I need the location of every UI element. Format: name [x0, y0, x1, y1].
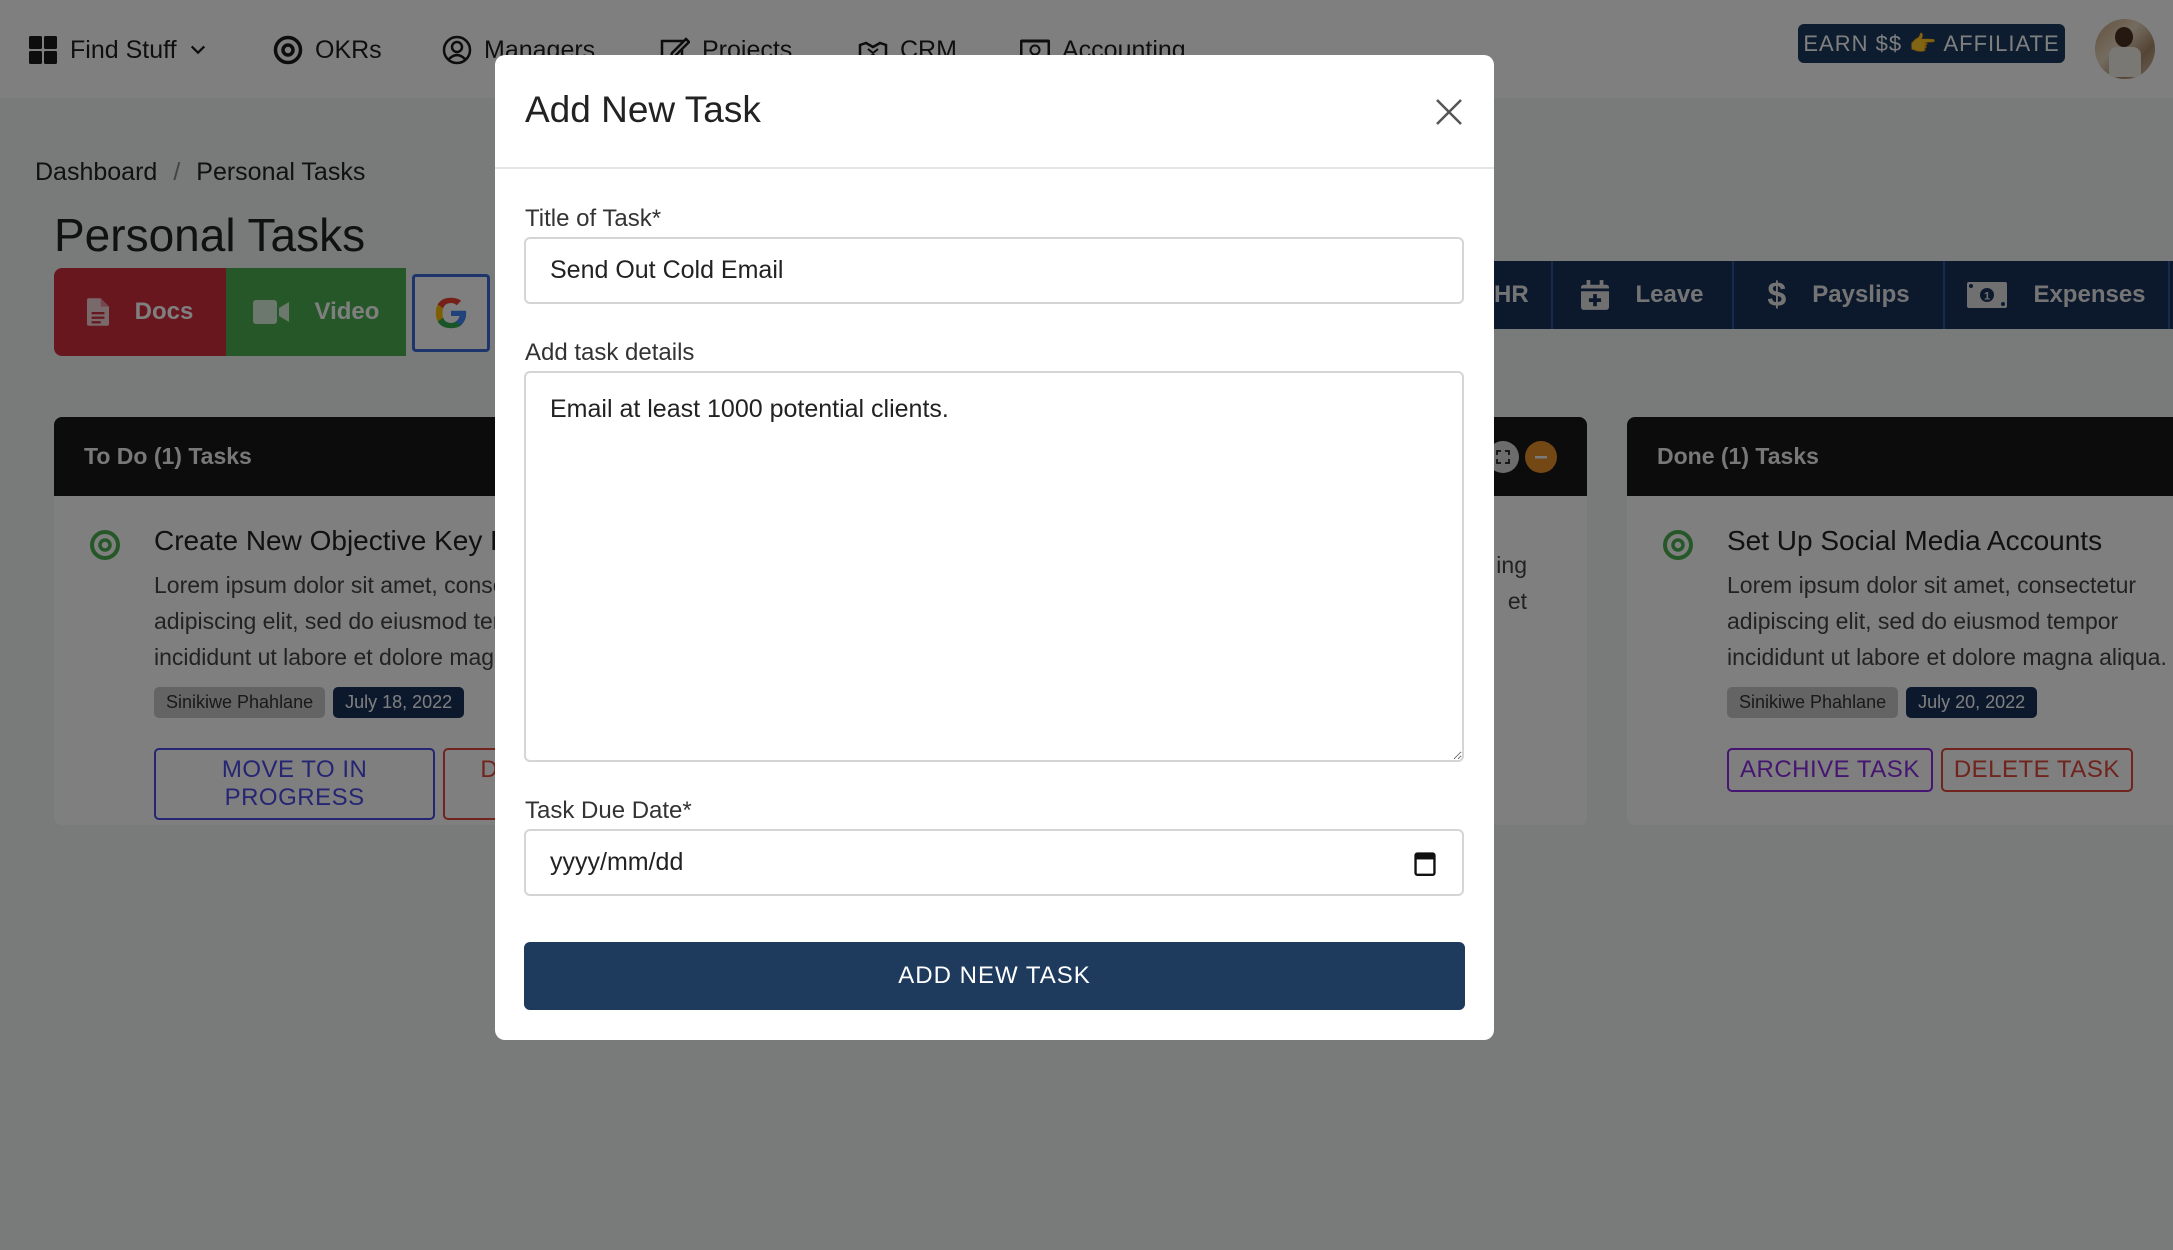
- title-label: Title of Task*: [525, 205, 662, 232]
- add-task-modal: Add New Task Title of Task* Add task det…: [495, 55, 1494, 1040]
- due-date-placeholder: yyyy/mm/dd: [550, 848, 684, 876]
- modal-header: Add New Task: [495, 55, 1494, 169]
- task-details-textarea[interactable]: Email at least 1000 potential clients.: [524, 371, 1464, 762]
- details-label: Add task details: [525, 339, 695, 366]
- add-new-task-button[interactable]: ADD NEW TASK: [524, 942, 1465, 1010]
- close-icon[interactable]: [1432, 95, 1466, 129]
- modal-title: Add New Task: [525, 89, 761, 130]
- due-date-label: Task Due Date*: [525, 797, 692, 824]
- task-title-input[interactable]: [524, 237, 1464, 304]
- calendar-icon[interactable]: [1412, 850, 1438, 876]
- due-date-input[interactable]: yyyy/mm/dd: [524, 829, 1464, 896]
